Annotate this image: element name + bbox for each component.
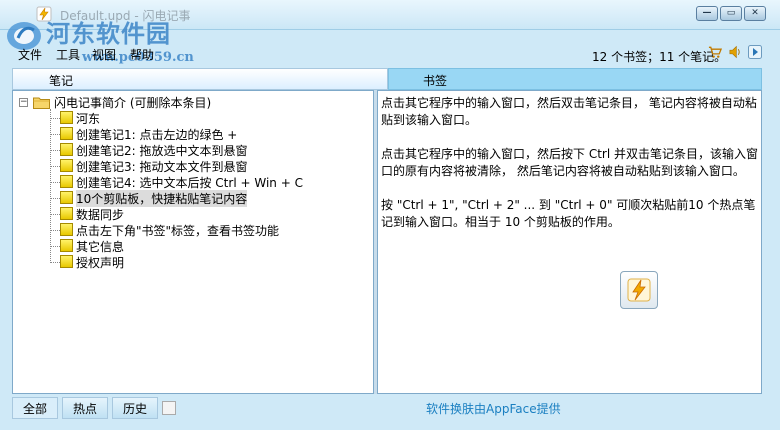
note-icon xyxy=(60,239,73,252)
tab-notes-label: 笔记 xyxy=(49,74,74,88)
content-paragraph: 点击其它程序中的输入窗口，然后按下 Ctrl 并双击笔记条目，该输入窗口的原有内… xyxy=(381,147,758,178)
title-bar: Default.upd - 闪电记事 — ▭ ✕ xyxy=(0,0,780,30)
lightning-app-icon xyxy=(36,6,52,22)
note-count-status: 12 个书签；11 个笔记。 xyxy=(592,50,727,64)
tree-item-label: 授权声明 xyxy=(76,256,125,270)
window-title: Default.upd - 闪电记事 xyxy=(60,9,191,23)
tab-hot[interactable]: 热点 xyxy=(62,397,109,419)
bottom-tab-bar: 全部 热点 历史 xyxy=(12,397,177,419)
cart-icon[interactable] xyxy=(708,45,722,59)
tab-bookmarks-label: 书签 xyxy=(423,74,448,88)
tab-all[interactable]: 全部 xyxy=(12,397,59,419)
tree-item-label: 河东 xyxy=(76,112,101,126)
tree-guide-line xyxy=(50,109,51,261)
tab-bookmarks[interactable]: 书签 xyxy=(388,68,762,90)
tab-history[interactable]: 历史 xyxy=(112,397,159,419)
tree-item-label: 点击左下角"书签"标签，查看书签功能 xyxy=(76,224,280,238)
content-paragraph: 按 "Ctrl + 1", "Ctrl + 2" ... 到 "Ctrl + 0… xyxy=(381,198,756,229)
notes-tree-pane[interactable]: − 闪电记事简介 (可删除本条目) 河东 创建笔记1: 点击左边的绿色 + 创建… xyxy=(12,90,374,394)
note-icon xyxy=(60,143,73,156)
tab-notes[interactable]: 笔记 xyxy=(12,68,388,90)
note-icon xyxy=(60,207,73,220)
tree-item-label: 数据同步 xyxy=(76,208,125,222)
menu-file[interactable]: 文件 xyxy=(18,46,42,63)
tree-item-label: 创建笔记2: 拖放选中文本到悬窗 xyxy=(76,144,248,158)
appface-credit-link[interactable]: 软件换肤由AppFace提供 xyxy=(426,400,561,417)
minimize-button[interactable]: — xyxy=(696,6,718,21)
restore-button[interactable]: ▭ xyxy=(720,6,742,21)
menu-view[interactable]: 视图 xyxy=(92,46,116,63)
note-icon xyxy=(60,255,73,268)
paste-flash-button[interactable] xyxy=(620,271,658,309)
note-icon xyxy=(60,127,73,140)
menu-help[interactable]: 帮助 xyxy=(130,46,154,63)
tree-root-node[interactable]: − 闪电记事简介 (可删除本条目) xyxy=(19,94,359,110)
collapse-toggle[interactable]: − xyxy=(19,98,28,107)
note-icon xyxy=(60,175,73,188)
note-icon xyxy=(60,191,73,204)
tree-item-label: 创建笔记3: 拖动文本文件到悬窗 xyxy=(76,160,248,174)
tree-item-label: 创建笔记4: 选中文本后按 Ctrl + Win + C xyxy=(76,176,303,190)
note-icon xyxy=(60,223,73,236)
tree-item-label: 创建笔记1: 点击左边的绿色 + xyxy=(76,128,238,142)
lightning-icon xyxy=(627,278,651,302)
note-content: 点击其它程序中的输入窗口，然后双击笔记条目， 笔记内容将被自动粘贴到该输入窗口。… xyxy=(381,95,759,248)
note-icon xyxy=(60,111,73,124)
folder-icon xyxy=(33,97,50,109)
note-content-pane[interactable]: 点击其它程序中的输入窗口，然后双击笔记条目， 笔记内容将被自动粘贴到该输入窗口。… xyxy=(377,90,762,394)
speaker-icon[interactable] xyxy=(728,45,742,59)
next-icon[interactable] xyxy=(748,45,762,59)
menu-tools[interactable]: 工具 xyxy=(56,46,80,63)
bookmark-toggle-icon[interactable] xyxy=(162,401,177,415)
tree-item-label: 10个剪贴板，快捷粘贴笔记内容 xyxy=(76,190,248,207)
tree-root-label: 闪电记事简介 (可删除本条目) xyxy=(54,96,212,110)
close-button[interactable]: ✕ xyxy=(744,6,766,21)
note-icon xyxy=(60,159,73,172)
tree-item-label: 其它信息 xyxy=(76,240,125,254)
content-paragraph: 点击其它程序中的输入窗口，然后双击笔记条目， 笔记内容将被自动粘贴到该输入窗口。 xyxy=(381,96,757,127)
